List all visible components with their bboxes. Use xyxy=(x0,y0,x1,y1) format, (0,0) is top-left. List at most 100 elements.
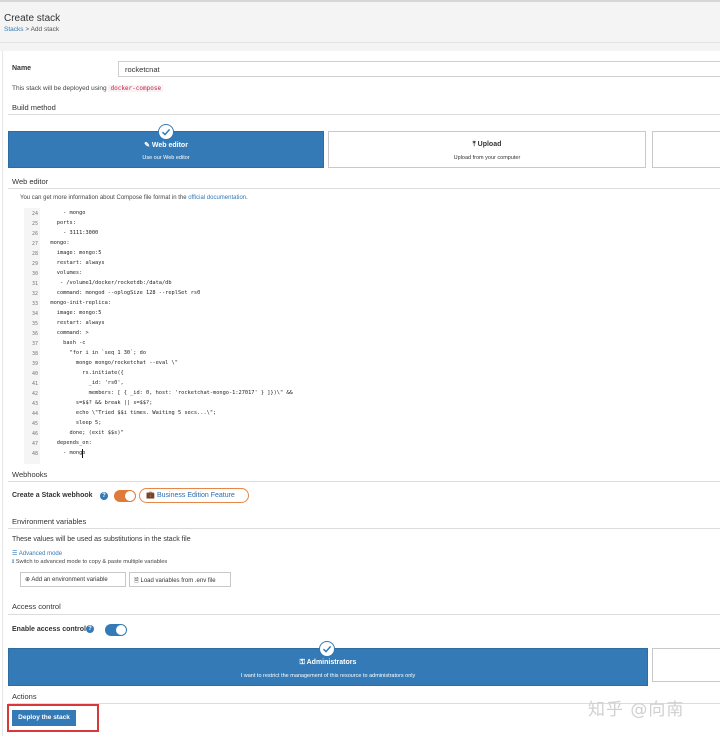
code-line: restart: always xyxy=(44,260,105,266)
code-line: mongo mongo/rocketchat --eval \" xyxy=(44,360,178,366)
build-method-upload[interactable]: ⤒ Upload Upload from your computer xyxy=(328,131,646,168)
code-line: command: > xyxy=(44,330,89,336)
line-number: 28 xyxy=(31,251,38,257)
env-title: Environment variables xyxy=(12,517,87,526)
add-env-variable-label: Add an environment variable xyxy=(31,577,108,583)
line-number: 38 xyxy=(31,351,38,357)
advanced-mode-hint: ℹ Switch to advanced mode to copy & past… xyxy=(12,559,167,565)
code-line: sleep 5; xyxy=(44,420,102,426)
line-number: 36 xyxy=(31,331,38,337)
edit-icon: ✎ xyxy=(144,142,150,149)
selected-check-icon xyxy=(158,124,174,140)
line-number: 35 xyxy=(31,321,38,327)
build-method-title: Build method xyxy=(12,103,56,112)
actions-title: Actions xyxy=(12,692,37,701)
code-line: done; (exit $$s)" xyxy=(44,430,124,436)
restricted-option[interactable] xyxy=(652,648,720,682)
access-divider xyxy=(8,614,720,615)
code-line: - mongo xyxy=(44,450,86,456)
line-number: 39 xyxy=(31,361,38,367)
build-method-repository[interactable] xyxy=(652,131,720,168)
line-number: 46 xyxy=(31,431,38,437)
access-toggle-knob xyxy=(116,625,126,635)
text-cursor xyxy=(82,449,83,458)
line-number: 48 xyxy=(31,451,38,457)
web-editor-hint-end: . xyxy=(246,195,248,201)
webhook-help-icon[interactable]: ? xyxy=(100,492,108,500)
code-line: "for i in `seq 1 30`; do xyxy=(44,350,147,356)
access-control-label: Enable access control xyxy=(12,626,86,633)
access-help-icon[interactable]: ? xyxy=(86,625,94,633)
deploy-note: This stack will be deployed using docker… xyxy=(12,85,164,92)
page-gap xyxy=(0,43,720,51)
code-line: image: mongo:5 xyxy=(44,310,102,316)
line-number: 45 xyxy=(31,421,38,427)
code-line: mongo-init-replica: xyxy=(44,300,111,306)
web-editor-divider xyxy=(8,188,720,189)
code-line: s=$$? && break || s=$$?; xyxy=(44,400,153,406)
breadcrumb-separator: > xyxy=(23,26,31,33)
code-line: depends_on: xyxy=(44,440,92,446)
administrators-subtitle: I want to restrict the management of thi… xyxy=(240,673,416,679)
breadcrumb-stacks-link[interactable]: Stacks xyxy=(4,26,24,33)
advanced-mode-link[interactable]: ☰ Advanced mode xyxy=(12,550,62,557)
line-number: 37 xyxy=(31,341,38,347)
administrators-title: ⚿ Administrators xyxy=(9,659,647,667)
administrators-label: Administrators xyxy=(306,659,357,666)
line-number: 29 xyxy=(31,261,38,267)
line-number: 30 xyxy=(31,271,38,277)
deploy-stack-button[interactable]: Deploy the stack xyxy=(12,710,76,726)
web-editor-card-label: Web editor xyxy=(151,142,188,149)
page-header: Create stack Stacks > Add stack xyxy=(0,2,720,43)
web-editor-card-title: ✎ Web editor xyxy=(9,141,323,149)
load-env-file-label: Load variables from .env file xyxy=(140,578,216,584)
breadcrumb-current: Add stack xyxy=(30,26,60,33)
list-icon: ☰ xyxy=(12,551,18,557)
name-input[interactable]: rocketcnat xyxy=(118,61,720,77)
env-desc: These values will be used as substitutio… xyxy=(12,536,191,543)
line-number: 43 xyxy=(31,401,38,407)
webhooks-divider xyxy=(8,481,720,482)
upload-card-label: Upload xyxy=(477,141,502,148)
advanced-mode-label: Advanced mode xyxy=(18,551,63,557)
code-line: ports: xyxy=(44,220,76,226)
upload-card-subtitle: Upload from your computer xyxy=(453,155,521,161)
upload-icon: ⤒ xyxy=(472,141,476,148)
deploy-note-text: This stack will be deployed using xyxy=(12,85,107,92)
code-line: rs.initiate({ xyxy=(44,370,124,376)
webhook-toggle[interactable] xyxy=(114,490,136,502)
admin-selected-check-icon xyxy=(319,641,335,657)
deploy-tool-tag: docker-compose xyxy=(108,85,164,92)
line-number: 42 xyxy=(31,391,38,397)
build-method-divider xyxy=(8,114,720,115)
business-edition-label: Business Edition Feature xyxy=(157,492,235,499)
web-editor-title: Web editor xyxy=(12,177,49,186)
code-line: command: mongod --oplogSize 128 --replSe… xyxy=(44,290,201,296)
line-number: 41 xyxy=(31,381,38,387)
code-line: members: [ { _id: 0, host: 'rocketchat-m… xyxy=(44,390,293,396)
line-number: 25 xyxy=(31,221,38,227)
code-line: - mongo xyxy=(44,210,86,216)
name-label: Name xyxy=(12,65,32,72)
line-number: 40 xyxy=(31,371,38,377)
web-editor-card-subtitle: Use our Web editor xyxy=(142,155,190,161)
access-control-toggle[interactable] xyxy=(105,624,127,636)
access-title: Access control xyxy=(12,602,61,611)
line-number: 32 xyxy=(31,291,38,297)
line-number: 33 xyxy=(31,301,38,307)
webhook-label: Create a Stack webhook xyxy=(12,492,93,499)
code-line: - 3111:3000 xyxy=(44,230,99,236)
page-title: Create stack xyxy=(4,13,61,24)
code-line: restart: always xyxy=(44,320,105,326)
code-editor[interactable]: 24 - mongo 25 ports: 26 - 3111:3000 27 mong… xyxy=(24,208,720,464)
code-line: - /volume1/docker/rocketdb:/data/db xyxy=(44,280,172,286)
upload-card-title: ⤒ Upload xyxy=(329,141,645,149)
business-edition-button[interactable]: 💼 Business Edition Feature xyxy=(139,488,249,503)
breadcrumb: Stacks > Add stack xyxy=(4,26,59,33)
add-env-variable-button[interactable]: ⊕ Add an environment variable xyxy=(20,572,126,587)
briefcase-icon: 💼 xyxy=(146,492,155,499)
code-line: echo \"Tried $$i times. Waiting 5 secs..… xyxy=(44,410,217,416)
official-documentation-link[interactable]: official documentation xyxy=(188,195,246,201)
code-line: _id: 'rs0', xyxy=(44,380,124,386)
load-env-file-button[interactable]: 🗎 Load variables from .env file xyxy=(129,572,231,587)
